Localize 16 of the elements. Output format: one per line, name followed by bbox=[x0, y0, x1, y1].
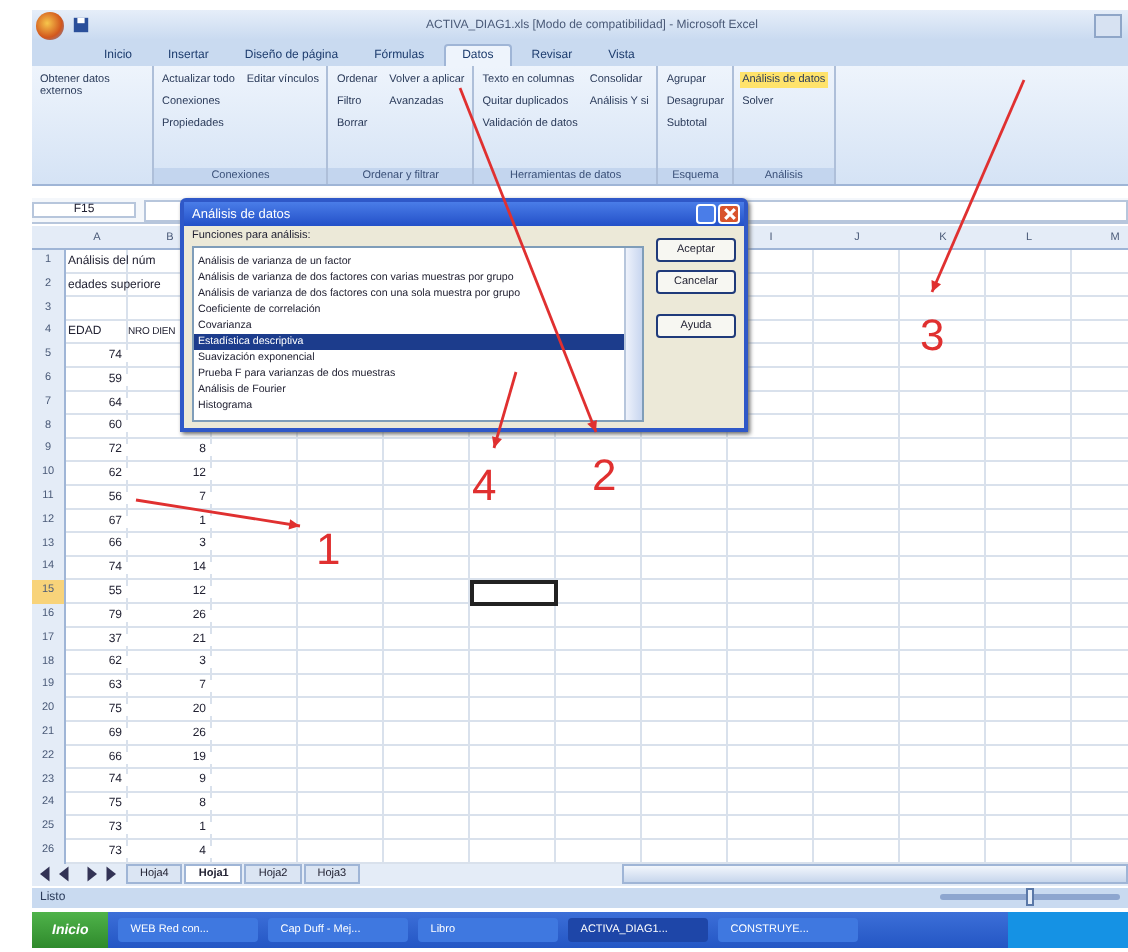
selected-cell[interactable] bbox=[470, 580, 558, 606]
annotation-number: 2 bbox=[592, 450, 617, 500]
save-icon[interactable] bbox=[72, 16, 90, 34]
zoom-slider[interactable] bbox=[940, 894, 1120, 901]
minimize-button[interactable] bbox=[1094, 13, 1122, 37]
vertical-scrollbar[interactable] bbox=[624, 248, 642, 420]
close-button[interactable] bbox=[718, 204, 740, 224]
zoom-slider-thumb[interactable] bbox=[1026, 888, 1034, 907]
system-tray bbox=[1008, 912, 1128, 948]
office-logo-icon[interactable] bbox=[36, 11, 64, 39]
annotation-number: 3 bbox=[920, 310, 945, 360]
help-button[interactable] bbox=[696, 204, 716, 224]
annotation-number: 1 bbox=[316, 524, 341, 574]
close-icon bbox=[721, 206, 737, 222]
horizontal-scrollbar[interactable] bbox=[622, 864, 1128, 885]
annotation-number: 4 bbox=[472, 460, 497, 510]
